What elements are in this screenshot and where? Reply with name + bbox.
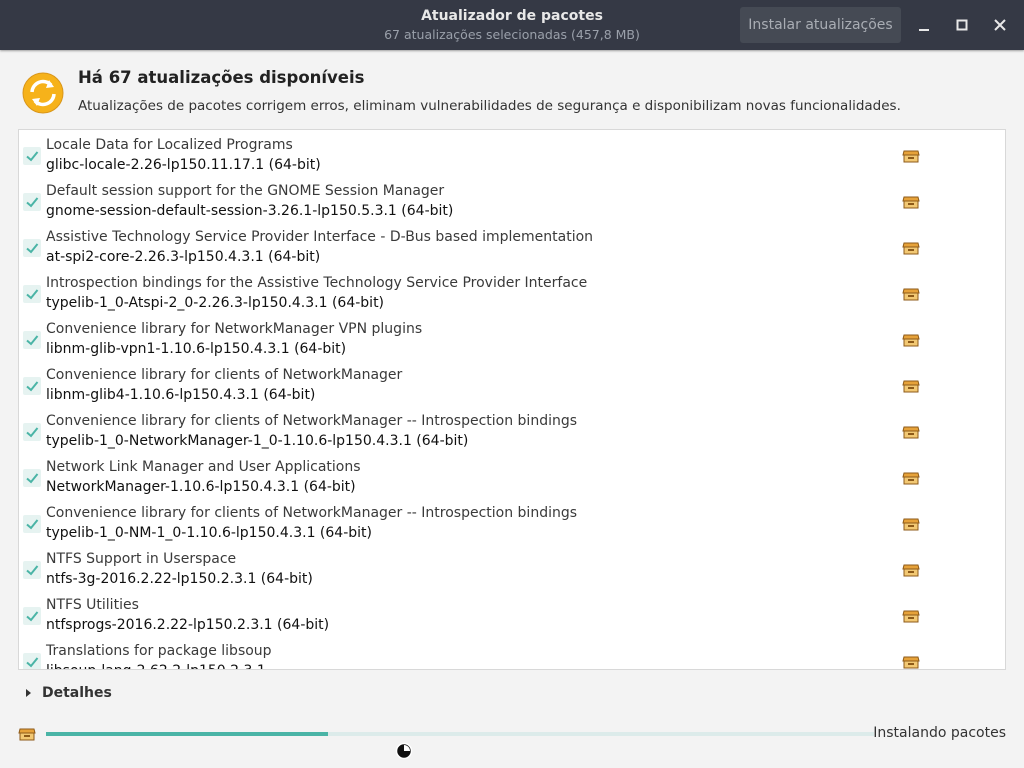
package-description: Introspection bindings for the Assistive… <box>46 275 588 291</box>
package-icon <box>902 196 920 209</box>
update-refresh-icon <box>20 71 66 115</box>
package-icon <box>902 656 920 669</box>
package-checkbox[interactable] <box>23 331 41 349</box>
package-icon <box>902 242 920 255</box>
package-description: Convenience library for NetworkManager V… <box>46 321 423 337</box>
updates-heading: Há 67 atualizações disponíveis <box>78 68 365 87</box>
package-description: Translations for package libsoup <box>46 643 272 659</box>
package-name: glibc-locale-2.26-lp150.11.17.1 (64-bit) <box>46 157 321 173</box>
package-icon <box>902 334 920 347</box>
package-description: Assistive Technology Service Provider In… <box>46 229 594 245</box>
package-description: Convenience library for clients of Netwo… <box>46 505 578 521</box>
package-name: typelib-1_0-NetworkManager-1_0-1.10.6-lp… <box>46 433 469 449</box>
package-checkbox[interactable] <box>23 561 41 579</box>
package-name: ntfs-3g-2016.2.22-lp150.2.3.1 (64-bit) <box>46 571 313 587</box>
package-icon <box>18 728 36 741</box>
package-icon <box>902 380 920 393</box>
package-checkbox[interactable] <box>23 285 41 303</box>
package-row[interactable]: Convenience library for clients of Netwo… <box>19 501 1005 547</box>
package-row[interactable]: Convenience library for clients of Netwo… <box>19 409 1005 455</box>
package-name: libnm-glib4-1.10.6-lp150.4.3.1 (64-bit) <box>46 387 316 403</box>
package-row[interactable]: Convenience library for NetworkManager V… <box>19 317 1005 363</box>
package-checkbox[interactable] <box>23 469 41 487</box>
package-description: NTFS Support in Userspace <box>46 551 237 567</box>
close-icon[interactable] <box>988 13 1012 37</box>
package-description: Default session support for the GNOME Se… <box>46 183 445 199</box>
package-row[interactable]: NTFS Support in Userspace ntfs-3g-2016.2.… <box>19 547 1005 593</box>
package-icon <box>902 564 920 577</box>
minimize-icon[interactable] <box>912 13 936 37</box>
install-updates-button[interactable]: Instalar atualizações <box>740 7 901 43</box>
package-row[interactable]: NTFS Utilities ntfsprogs-2016.2.22-lp150.… <box>19 593 1005 639</box>
package-name: typelib-1_0-Atspi-2_0-2.26.3-lp150.4.3.1… <box>46 295 385 311</box>
package-description: Locale Data for Localized Programs <box>46 137 293 153</box>
package-icon <box>902 472 920 485</box>
package-description: NTFS Utilities <box>46 597 139 613</box>
package-description: Network Link Manager and User Applicatio… <box>46 459 361 475</box>
package-row[interactable]: Convenience library for clients of Netwo… <box>19 363 1005 409</box>
status-text: Instalando pacotes <box>873 725 1006 741</box>
details-expander[interactable]: Detalhes <box>22 683 112 703</box>
package-row[interactable]: Locale Data for Localized Programs glibc-… <box>19 133 1005 179</box>
package-name: libnm-glib-vpn1-1.10.6-lp150.4.3.1 (64-b… <box>46 341 347 357</box>
package-icon <box>902 150 920 163</box>
maximize-icon[interactable] <box>950 13 974 37</box>
progress-bar <box>46 732 874 736</box>
package-name: libsoup-lang-2.62.2-lp150.2.3.1 <box>46 663 266 669</box>
details-label: Detalhes <box>42 685 112 701</box>
package-icon <box>902 610 920 623</box>
package-row[interactable]: Introspection bindings for the Assistive… <box>19 271 1005 317</box>
package-row[interactable]: Translations for package libsoup libsoup-… <box>19 639 1005 669</box>
progress-fill <box>46 732 328 736</box>
package-checkbox[interactable] <box>23 653 41 669</box>
package-name: gnome-session-default-session-3.26.1-lp1… <box>46 203 454 219</box>
busy-cursor-icon <box>395 742 413 760</box>
package-list[interactable]: Locale Data for Localized Programs glibc-… <box>18 129 1006 670</box>
title-bar: Atualizador de pacotes 67 atualizações s… <box>0 0 1024 50</box>
package-checkbox[interactable] <box>23 515 41 533</box>
package-name: ntfsprogs-2016.2.22-lp150.2.3.1 (64-bit) <box>46 617 330 633</box>
package-description: Convenience library for clients of Netwo… <box>46 413 578 429</box>
package-name: typelib-1_0-NM-1_0-1.10.6-lp150.4.3.1 (6… <box>46 525 372 541</box>
package-checkbox[interactable] <box>23 147 41 165</box>
package-name: NetworkManager-1.10.6-lp150.4.3.1 (64-bi… <box>46 479 356 495</box>
package-checkbox[interactable] <box>23 377 41 395</box>
package-description: Convenience library for clients of Netwo… <box>46 367 403 383</box>
package-checkbox[interactable] <box>23 193 41 211</box>
package-icon <box>902 288 920 301</box>
updates-description: Atualizações de pacotes corrigem erros, … <box>78 98 901 114</box>
package-checkbox[interactable] <box>23 239 41 257</box>
expander-arrow-icon <box>26 689 31 697</box>
package-name: at-spi2-core-2.26.3-lp150.4.3.1 (64-bit) <box>46 249 321 265</box>
package-row[interactable]: Assistive Technology Service Provider In… <box>19 225 1005 271</box>
package-checkbox[interactable] <box>23 607 41 625</box>
package-icon <box>902 518 920 531</box>
package-row[interactable]: Default session support for the GNOME Se… <box>19 179 1005 225</box>
package-row[interactable]: Network Link Manager and User Applicatio… <box>19 455 1005 501</box>
package-checkbox[interactable] <box>23 423 41 441</box>
package-icon <box>902 426 920 439</box>
